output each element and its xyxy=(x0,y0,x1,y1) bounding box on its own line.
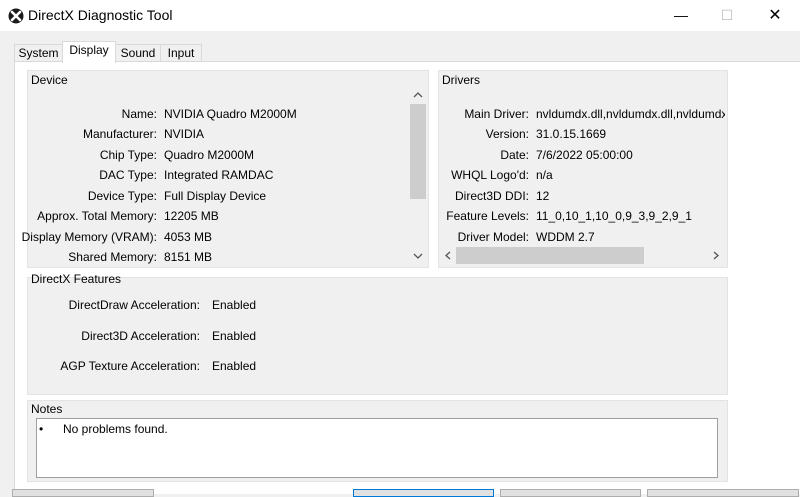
main-driver-value: nvldumdx.dll,nvldumdx.dll,nvldumdx.dl xyxy=(536,107,725,121)
total-memory-label: Approx. Total Memory: xyxy=(37,209,157,223)
vram-value: 4053 MB xyxy=(164,230,213,244)
whql-label: WHQL Logo'd: xyxy=(451,168,529,182)
exit-button[interactable] xyxy=(647,489,799,497)
version-label: Version: xyxy=(485,127,529,141)
direct3d-accel-label: Direct3D Acceleration: xyxy=(81,329,200,343)
close-button[interactable]: ✕ xyxy=(752,0,798,31)
shared-memory-label: Shared Memory: xyxy=(68,250,157,264)
chevron-down-icon[interactable] xyxy=(410,251,426,261)
note-bullet: • xyxy=(39,422,44,436)
agp-accel-value: Enabled xyxy=(212,359,257,373)
d3d-ddi-value: 12 xyxy=(536,189,550,203)
help-button[interactable] xyxy=(12,489,154,497)
device-type-label: Device Type: xyxy=(87,189,157,203)
maximize-button[interactable]: ☐ xyxy=(704,0,750,31)
feature-levels-label: Feature Levels: xyxy=(446,209,529,223)
directdraw-accel-value: Enabled xyxy=(212,298,257,312)
dac-type-label: DAC Type: xyxy=(99,168,157,182)
note-text: No problems found. xyxy=(63,422,168,436)
shared-memory-value: 8151 MB xyxy=(164,250,213,264)
directx-icon xyxy=(8,8,24,24)
tab-display[interactable]: Display xyxy=(62,41,116,63)
title-bar: DirectX Diagnostic Tool — ☐ ✕ xyxy=(0,0,800,31)
total-memory-value: 12205 MB xyxy=(164,209,219,223)
chip-type-label: Chip Type: xyxy=(99,148,157,162)
version-value: 31.0.15.1669 xyxy=(536,127,607,141)
next-page-button[interactable] xyxy=(353,489,494,497)
drivers-horizontal-scrollbar[interactable] xyxy=(440,247,725,264)
chip-type-value: Quadro M2000M xyxy=(164,148,255,162)
chevron-up-icon[interactable] xyxy=(410,90,426,100)
drivers-scroll-thumb[interactable] xyxy=(456,247,644,264)
save-information-button[interactable] xyxy=(500,489,641,497)
manufacturer-value: NVIDIA xyxy=(164,127,205,141)
device-title: Device xyxy=(31,73,68,87)
driver-model-label: Driver Model: xyxy=(457,230,529,244)
minimize-button[interactable]: — xyxy=(658,0,704,31)
main-driver-label: Main Driver: xyxy=(464,107,529,121)
device-vertical-scrollbar[interactable] xyxy=(410,88,426,263)
drivers-title: Drivers xyxy=(442,73,480,87)
window-title: DirectX Diagnostic Tool xyxy=(28,7,173,23)
tab-system[interactable]: System xyxy=(14,44,63,62)
whql-value: n/a xyxy=(536,168,553,182)
notes-text-box[interactable]: • No problems found. xyxy=(36,418,718,478)
dac-type-value: Integrated RAMDAC xyxy=(164,168,274,182)
chevron-right-icon[interactable] xyxy=(710,250,722,261)
notes-title: Notes xyxy=(31,402,63,416)
feature-levels-value: 11_0,10_1,10_0,9_3,9_2,9_1 xyxy=(536,209,692,223)
tab-input[interactable]: Input xyxy=(160,44,202,62)
d3d-ddi-label: Direct3D DDI: xyxy=(454,189,529,203)
directdraw-accel-label: DirectDraw Acceleration: xyxy=(68,298,200,312)
device-name-value: NVIDIA Quadro M2000M xyxy=(164,107,297,121)
date-value: 7/6/2022 05:00:00 xyxy=(536,148,633,162)
chevron-left-icon[interactable] xyxy=(442,250,454,261)
tab-sound[interactable]: Sound xyxy=(115,44,161,62)
agp-accel-label: AGP Texture Acceleration: xyxy=(60,359,200,373)
date-label: Date: xyxy=(500,148,529,162)
directx-features-title: DirectX Features xyxy=(31,272,122,286)
device-scroll-thumb[interactable] xyxy=(410,104,426,199)
driver-model-value: WDDM 2.7 xyxy=(536,230,595,244)
direct3d-accel-value: Enabled xyxy=(212,329,257,343)
device-name-label: Name: xyxy=(121,107,157,121)
manufacturer-label: Manufacturer: xyxy=(82,127,157,141)
device-type-value: Full Display Device xyxy=(164,189,267,203)
vram-label: Display Memory (VRAM): xyxy=(21,230,157,244)
